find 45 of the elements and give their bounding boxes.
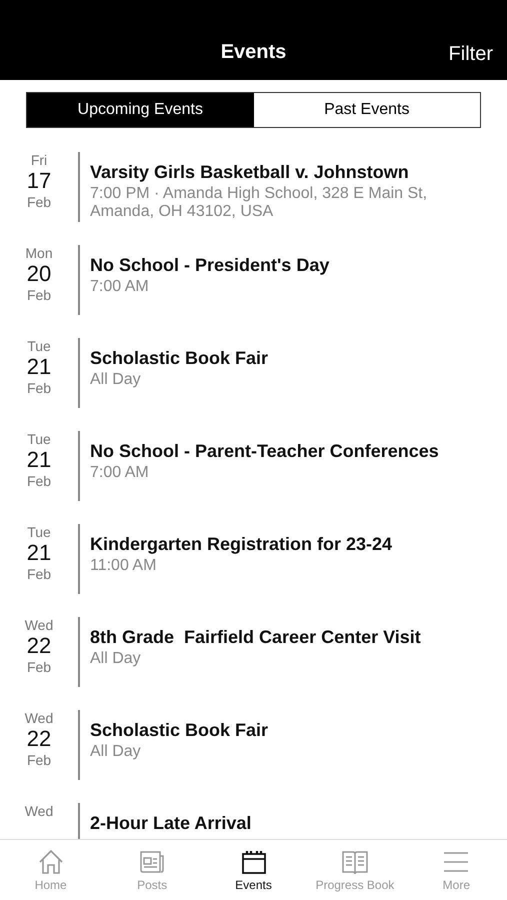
- screen-title: Events: [220, 41, 286, 64]
- event-weekday: Tue: [27, 431, 51, 447]
- event-weekday: Mon: [25, 245, 53, 261]
- event-month: Feb: [26, 752, 52, 768]
- event-detail: 7:00 AM: [90, 278, 150, 296]
- event-month: Feb: [26, 659, 52, 675]
- event-weekday: Tue: [27, 338, 51, 354]
- event-detail: All Day: [90, 650, 142, 668]
- segment-tab[interactable]: Upcoming Events: [27, 93, 254, 127]
- event-detail: 11:00 AM: [90, 557, 158, 575]
- tab-item[interactable]: Events: [202, 840, 304, 900]
- open-book-icon: [340, 848, 369, 874]
- event-title[interactable]: 2-Hour Late Arrival: [90, 813, 252, 834]
- newspaper-icon: [138, 848, 166, 874]
- event-weekday: Wed: [24, 710, 54, 726]
- event-detail: All Day: [90, 371, 142, 389]
- event-detail: 7:00 AM: [90, 464, 150, 482]
- filter-button[interactable]: Filter: [448, 43, 493, 66]
- event-month: Feb: [26, 287, 52, 303]
- home-icon: [36, 848, 65, 874]
- event-detail: 7:00 PM · Amanda High School, 328 E Main St, Amanda, OH 43102, USA: [90, 185, 428, 221]
- event-weekday: Wed: [24, 803, 54, 819]
- event-title[interactable]: 8th Grade Fairfield Career Center Visit: [90, 627, 421, 648]
- event-weekday: Tue: [27, 524, 51, 540]
- calendar-icon: [240, 848, 268, 874]
- event-weekday: Fri: [30, 152, 48, 168]
- event-month: Feb: [26, 566, 52, 582]
- event-day: 21: [26, 447, 52, 473]
- event-title[interactable]: Scholastic Book Fair: [90, 348, 268, 369]
- event-detail: All Day: [90, 743, 142, 761]
- event-title[interactable]: Kindergarten Registration for 23-24: [90, 534, 392, 555]
- event-weekday: Wed: [24, 617, 54, 633]
- event-day: 21: [26, 354, 52, 380]
- event-day: 17: [26, 168, 52, 194]
- event-title[interactable]: No School - President's Day: [90, 255, 330, 276]
- event-month: Feb: [26, 194, 52, 210]
- event-title[interactable]: No School - Parent-Teacher Conferences: [90, 441, 439, 462]
- event-title[interactable]: Scholastic Book Fair: [90, 720, 268, 741]
- event-day: 20: [26, 261, 52, 287]
- event-day: 22: [26, 726, 52, 752]
- event-title[interactable]: Varsity Girls Basketball v. Johnstown: [90, 162, 507, 183]
- event-month: Feb: [26, 473, 52, 489]
- event-month: Feb: [26, 380, 52, 396]
- event-day: 21: [26, 540, 52, 566]
- event-day: 22: [26, 633, 52, 659]
